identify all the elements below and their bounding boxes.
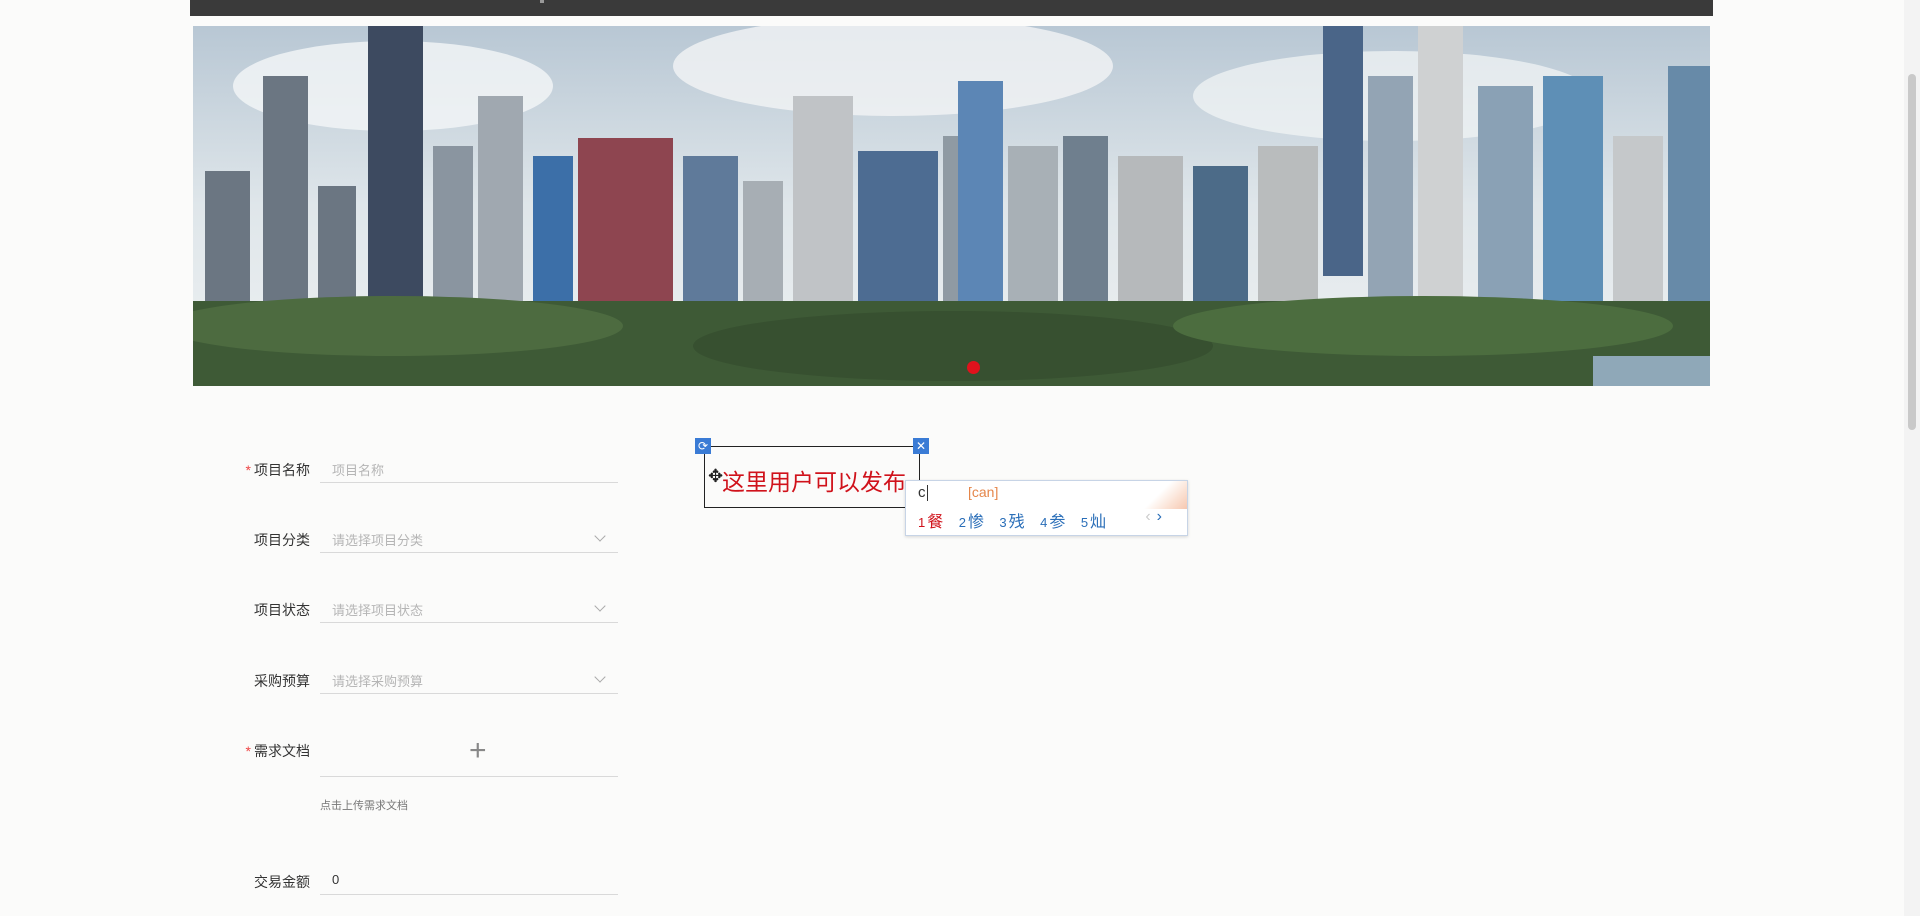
ime-composition: c [918, 484, 928, 502]
ime-candidate[interactable]: 1餐 [918, 514, 943, 531]
ime-candidate-window: c [can] 1餐 2惨 3残 4参 5灿 ‹ › [905, 480, 1188, 536]
ime-pinyin: [can] [968, 484, 999, 500]
project-name-label: * 项目名称 [245, 462, 310, 478]
editable-text[interactable]: 这里用户可以发布 [722, 463, 906, 497]
ime-next-icon[interactable]: › [1157, 508, 1162, 525]
plus-icon[interactable]: + [469, 736, 487, 766]
top-nav-bar [190, 0, 1713, 16]
project-category-placeholder: 请选择项目分类 [332, 533, 424, 548]
form-row-project-name: * 项目名称 项目名称 [230, 440, 620, 483]
project-name-placeholder: 项目名称 [332, 463, 385, 478]
ime-decoration [1142, 481, 1187, 509]
project-name-input[interactable]: 项目名称 [320, 442, 618, 483]
close-icon[interactable]: ✕ [913, 438, 929, 454]
chevron-down-icon [594, 600, 606, 612]
ime-candidate[interactable]: 3残 [999, 514, 1024, 531]
upload-hint[interactable]: 点击上传需求文档 [320, 797, 408, 813]
project-status-label: 项目状态 [254, 602, 310, 618]
ime-candidate[interactable]: 4参 [1040, 514, 1065, 531]
nav-item-fragment [540, 0, 544, 3]
banner-image [193, 26, 1710, 386]
project-category-select[interactable]: 请选择项目分类 [320, 512, 618, 553]
requirement-doc-upload[interactable]: + [320, 724, 618, 777]
transaction-amount-input[interactable]: 0 [320, 854, 618, 895]
move-icon[interactable]: ✥ [708, 466, 723, 487]
form-row-project-status: 项目状态 请选择项目状态 [230, 580, 620, 623]
procurement-budget-placeholder: 请选择采购预算 [332, 674, 424, 689]
form-row-procurement-budget: 采购预算 请选择采购预算 [230, 651, 620, 694]
scrollbar-thumb[interactable] [1908, 74, 1916, 430]
procurement-budget-select[interactable]: 请选择采购预算 [320, 653, 618, 694]
rotate-icon[interactable]: ⟳ [695, 438, 711, 454]
procurement-budget-label: 采购预算 [254, 673, 310, 689]
project-status-select[interactable]: 请选择项目状态 [320, 582, 618, 623]
ime-prev-icon[interactable]: ‹ [1145, 508, 1150, 525]
ime-candidate-list: 1餐 2惨 3残 4参 5灿 [918, 508, 1117, 532]
chevron-down-icon [594, 671, 606, 683]
text-edit-box[interactable]: ⟳ ✕ ✥ 这里用户可以发布 [695, 438, 929, 508]
transaction-amount-label: 交易金额 [254, 874, 310, 890]
form-row-project-category: 项目分类 请选择项目分类 [230, 510, 620, 553]
carousel-indicator-dot[interactable] [967, 361, 980, 374]
project-category-label: 项目分类 [254, 532, 310, 548]
project-status-placeholder: 请选择项目状态 [332, 603, 424, 618]
requirement-doc-label: * 需求文档 [245, 743, 310, 759]
ime-candidate[interactable]: 2惨 [959, 514, 984, 531]
ime-page-nav: ‹ › [1145, 508, 1162, 526]
transaction-amount-value: 0 [332, 872, 340, 887]
vertical-scrollbar[interactable] [1904, 0, 1920, 916]
form-row-transaction-amount: 交易金额 0 [230, 852, 620, 895]
form-row-requirement-doc: * 需求文档 + [230, 721, 620, 777]
ime-candidate[interactable]: 5灿 [1081, 514, 1106, 531]
chevron-down-icon [594, 530, 606, 542]
city-skyline-illustration [193, 26, 1710, 386]
